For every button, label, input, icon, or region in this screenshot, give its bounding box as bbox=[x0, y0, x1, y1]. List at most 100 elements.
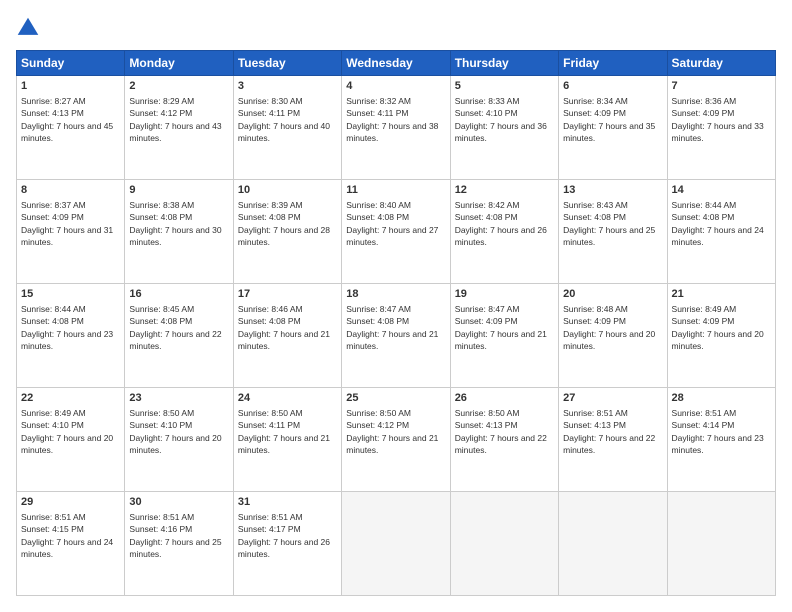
day-info: Sunrise: 8:38 AMSunset: 4:08 PMDaylight:… bbox=[129, 200, 221, 247]
calendar-week-2: 8 Sunrise: 8:37 AMSunset: 4:09 PMDaylight… bbox=[17, 180, 776, 284]
weekday-thursday: Thursday bbox=[450, 51, 558, 76]
day-number: 14 bbox=[672, 183, 771, 198]
logo bbox=[16, 16, 44, 40]
day-number: 5 bbox=[455, 79, 554, 94]
day-info: Sunrise: 8:40 AMSunset: 4:08 PMDaylight:… bbox=[346, 200, 438, 247]
weekday-monday: Monday bbox=[125, 51, 233, 76]
day-number: 18 bbox=[346, 287, 445, 302]
calendar-cell: 3Sunrise: 8:30 AMSunset: 4:11 PMDaylight… bbox=[233, 76, 341, 180]
day-info: Sunrise: 8:51 AMSunset: 4:16 PMDaylight:… bbox=[129, 512, 221, 559]
day-info: Sunrise: 8:42 AMSunset: 4:08 PMDaylight:… bbox=[455, 200, 547, 247]
day-number: 1 bbox=[21, 79, 120, 94]
calendar-cell bbox=[667, 492, 775, 596]
day-number: 6 bbox=[563, 79, 662, 94]
calendar-cell: 24 Sunrise: 8:50 AMSunset: 4:11 PMDayligh… bbox=[233, 388, 341, 492]
day-number: 7 bbox=[672, 79, 771, 94]
calendar-cell: 1 Sunrise: 8:27 AMSunset: 4:13 PMDaylight… bbox=[17, 76, 125, 180]
day-info: Sunrise: 8:45 AMSunset: 4:08 PMDaylight:… bbox=[129, 304, 221, 351]
logo-icon bbox=[16, 16, 40, 40]
weekday-saturday: Saturday bbox=[667, 51, 775, 76]
day-info: Sunrise: 8:29 AMSunset: 4:12 PMDaylight:… bbox=[129, 96, 221, 143]
day-number: 15 bbox=[21, 287, 120, 302]
day-info: Sunrise: 8:36 AMSunset: 4:09 PMDaylight:… bbox=[672, 96, 764, 143]
calendar-cell: 26 Sunrise: 8:50 AMSunset: 4:13 PMDayligh… bbox=[450, 388, 558, 492]
calendar-cell: 11 Sunrise: 8:40 AMSunset: 4:08 PMDayligh… bbox=[342, 180, 450, 284]
day-info: Sunrise: 8:32 AMSunset: 4:11 PMDaylight:… bbox=[346, 96, 438, 143]
day-info: Sunrise: 8:27 AMSunset: 4:13 PMDaylight:… bbox=[21, 96, 113, 143]
day-info: Sunrise: 8:37 AMSunset: 4:09 PMDaylight:… bbox=[21, 200, 113, 247]
calendar-week-3: 15 Sunrise: 8:44 AMSunset: 4:08 PMDayligh… bbox=[17, 284, 776, 388]
day-number: 27 bbox=[563, 391, 662, 406]
day-number: 12 bbox=[455, 183, 554, 198]
day-info: Sunrise: 8:47 AMSunset: 4:08 PMDaylight:… bbox=[346, 304, 438, 351]
calendar-week-4: 22 Sunrise: 8:49 AMSunset: 4:10 PMDayligh… bbox=[17, 388, 776, 492]
calendar-cell bbox=[450, 492, 558, 596]
day-info: Sunrise: 8:51 AMSunset: 4:17 PMDaylight:… bbox=[238, 512, 330, 559]
calendar-cell: 10 Sunrise: 8:39 AMSunset: 4:08 PMDayligh… bbox=[233, 180, 341, 284]
day-number: 10 bbox=[238, 183, 337, 198]
calendar-cell: 28 Sunrise: 8:51 AMSunset: 4:14 PMDayligh… bbox=[667, 388, 775, 492]
calendar-cell: 12 Sunrise: 8:42 AMSunset: 4:08 PMDayligh… bbox=[450, 180, 558, 284]
day-info: Sunrise: 8:50 AMSunset: 4:13 PMDaylight:… bbox=[455, 408, 547, 455]
calendar-cell: 14 Sunrise: 8:44 AMSunset: 4:08 PMDayligh… bbox=[667, 180, 775, 284]
calendar-table: SundayMondayTuesdayWednesdayThursdayFrid… bbox=[16, 50, 776, 596]
calendar-cell bbox=[342, 492, 450, 596]
calendar-cell: 22 Sunrise: 8:49 AMSunset: 4:10 PMDayligh… bbox=[17, 388, 125, 492]
calendar-cell: 20 Sunrise: 8:48 AMSunset: 4:09 PMDayligh… bbox=[559, 284, 667, 388]
calendar-cell: 18 Sunrise: 8:47 AMSunset: 4:08 PMDayligh… bbox=[342, 284, 450, 388]
day-number: 24 bbox=[238, 391, 337, 406]
day-number: 23 bbox=[129, 391, 228, 406]
day-info: Sunrise: 8:44 AMSunset: 4:08 PMDaylight:… bbox=[672, 200, 764, 247]
day-info: Sunrise: 8:47 AMSunset: 4:09 PMDaylight:… bbox=[455, 304, 547, 351]
calendar-week-5: 29 Sunrise: 8:51 AMSunset: 4:15 PMDayligh… bbox=[17, 492, 776, 596]
day-number: 11 bbox=[346, 183, 445, 198]
day-number: 16 bbox=[129, 287, 228, 302]
calendar-cell: 31Sunrise: 8:51 AMSunset: 4:17 PMDayligh… bbox=[233, 492, 341, 596]
day-number: 19 bbox=[455, 287, 554, 302]
day-number: 26 bbox=[455, 391, 554, 406]
day-info: Sunrise: 8:46 AMSunset: 4:08 PMDaylight:… bbox=[238, 304, 330, 351]
calendar-cell: 6 Sunrise: 8:34 AMSunset: 4:09 PMDaylight… bbox=[559, 76, 667, 180]
day-number: 17 bbox=[238, 287, 337, 302]
day-info: Sunrise: 8:49 AMSunset: 4:09 PMDaylight:… bbox=[672, 304, 764, 351]
weekday-friday: Friday bbox=[559, 51, 667, 76]
day-number: 22 bbox=[21, 391, 120, 406]
day-info: Sunrise: 8:49 AMSunset: 4:10 PMDaylight:… bbox=[21, 408, 113, 455]
day-info: Sunrise: 8:50 AMSunset: 4:12 PMDaylight:… bbox=[346, 408, 438, 455]
day-info: Sunrise: 8:50 AMSunset: 4:11 PMDaylight:… bbox=[238, 408, 330, 455]
day-number: 13 bbox=[563, 183, 662, 198]
calendar-cell: 27 Sunrise: 8:51 AMSunset: 4:13 PMDayligh… bbox=[559, 388, 667, 492]
calendar-cell: 21Sunrise: 8:49 AMSunset: 4:09 PMDayligh… bbox=[667, 284, 775, 388]
calendar-cell: 25 Sunrise: 8:50 AMSunset: 4:12 PMDayligh… bbox=[342, 388, 450, 492]
calendar-cell: 7 Sunrise: 8:36 AMSunset: 4:09 PMDaylight… bbox=[667, 76, 775, 180]
day-info: Sunrise: 8:39 AMSunset: 4:08 PMDaylight:… bbox=[238, 200, 330, 247]
weekday-sunday: Sunday bbox=[17, 51, 125, 76]
day-number: 9 bbox=[129, 183, 228, 198]
day-info: Sunrise: 8:51 AMSunset: 4:13 PMDaylight:… bbox=[563, 408, 655, 455]
day-number: 8 bbox=[21, 183, 120, 198]
calendar-cell: 8 Sunrise: 8:37 AMSunset: 4:09 PMDaylight… bbox=[17, 180, 125, 284]
day-number: 20 bbox=[563, 287, 662, 302]
day-info: Sunrise: 8:30 AMSunset: 4:11 PMDaylight:… bbox=[238, 96, 330, 143]
weekday-tuesday: Tuesday bbox=[233, 51, 341, 76]
calendar-cell bbox=[559, 492, 667, 596]
calendar-cell: 9 Sunrise: 8:38 AMSunset: 4:08 PMDaylight… bbox=[125, 180, 233, 284]
day-info: Sunrise: 8:44 AMSunset: 4:08 PMDaylight:… bbox=[21, 304, 113, 351]
day-info: Sunrise: 8:43 AMSunset: 4:08 PMDaylight:… bbox=[563, 200, 655, 247]
day-number: 25 bbox=[346, 391, 445, 406]
calendar-cell: 5Sunrise: 8:33 AMSunset: 4:10 PMDaylight… bbox=[450, 76, 558, 180]
calendar-cell: 29 Sunrise: 8:51 AMSunset: 4:15 PMDayligh… bbox=[17, 492, 125, 596]
header bbox=[16, 16, 776, 40]
day-info: Sunrise: 8:51 AMSunset: 4:14 PMDaylight:… bbox=[672, 408, 764, 455]
day-info: Sunrise: 8:48 AMSunset: 4:09 PMDaylight:… bbox=[563, 304, 655, 351]
calendar-cell: 2Sunrise: 8:29 AMSunset: 4:12 PMDaylight… bbox=[125, 76, 233, 180]
day-number: 29 bbox=[21, 495, 120, 510]
calendar-cell: 4Sunrise: 8:32 AMSunset: 4:11 PMDaylight… bbox=[342, 76, 450, 180]
page: SundayMondayTuesdayWednesdayThursdayFrid… bbox=[0, 0, 792, 612]
weekday-header-row: SundayMondayTuesdayWednesdayThursdayFrid… bbox=[17, 51, 776, 76]
day-info: Sunrise: 8:51 AMSunset: 4:15 PMDaylight:… bbox=[21, 512, 113, 559]
day-number: 28 bbox=[672, 391, 771, 406]
weekday-wednesday: Wednesday bbox=[342, 51, 450, 76]
day-info: Sunrise: 8:34 AMSunset: 4:09 PMDaylight:… bbox=[563, 96, 655, 143]
calendar-cell: 23Sunrise: 8:50 AMSunset: 4:10 PMDayligh… bbox=[125, 388, 233, 492]
